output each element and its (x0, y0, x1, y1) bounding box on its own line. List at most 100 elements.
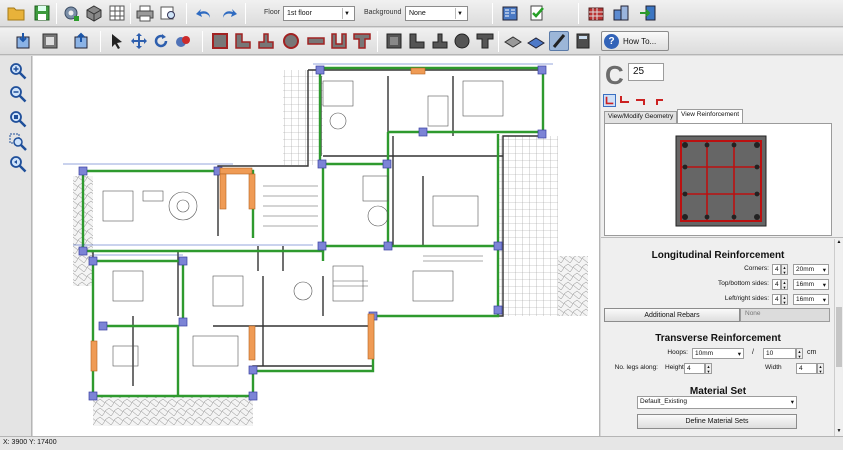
chevron-down-icon: ▾ (790, 399, 794, 406)
left-right-diameter-select[interactable]: 16mm ▾ (793, 294, 829, 305)
redo-icon[interactable] (219, 3, 239, 23)
element-number-field[interactable]: 25 (628, 63, 664, 81)
drawing-canvas[interactable] (33, 56, 600, 436)
settings-gear-icon[interactable] (61, 3, 81, 23)
building-blocks-icon[interactable] (611, 3, 631, 23)
move-icon[interactable] (129, 31, 149, 51)
column-section-drawing (675, 135, 767, 227)
floor-plan-drawing (63, 63, 588, 426)
hoops-spacing-spinner[interactable]: ▲ ▼ (796, 348, 803, 359)
save-icon[interactable] (32, 3, 52, 23)
chevron-down-icon: ▾ (822, 267, 826, 274)
t-column-icon[interactable] (256, 31, 276, 51)
background-label: Background (364, 9, 402, 16)
chevron-down-icon: ▾ (822, 282, 826, 289)
zoom-in-icon[interactable] (9, 62, 27, 80)
hoops-slash: / (752, 349, 754, 356)
how-to-button[interactable]: ? How To... (601, 31, 669, 51)
material-set-select[interactable]: Default_Existing ▾ (637, 396, 797, 409)
import-dxf-icon[interactable] (13, 31, 33, 51)
background-select[interactable]: None ▼ (405, 6, 468, 21)
reinforcement-preview-pane (604, 123, 832, 236)
left-right-count-spinner[interactable]: ▲ ▼ (781, 294, 788, 305)
t-shape-icon[interactable] (634, 94, 647, 107)
tab-view-modify-geometry[interactable]: View/Modify Geometry (604, 111, 678, 123)
slab-icon[interactable] (503, 31, 523, 51)
corner-shape-icon[interactable] (653, 94, 666, 107)
top-bottom-sides-label: Top/bottom sides: (718, 280, 769, 287)
l-beam-icon[interactable] (407, 31, 427, 51)
additional-rebars-button[interactable]: Additional Rebars (604, 308, 740, 322)
circular-beam-icon[interactable] (452, 31, 472, 51)
tee-column-icon[interactable] (352, 31, 372, 51)
hoops-diameter-select[interactable]: 10mm ▾ (692, 348, 744, 359)
flange-beam-icon[interactable] (475, 31, 495, 51)
drawing-toolbar: ? How To... (0, 28, 843, 55)
select-arrow-icon[interactable] (107, 31, 127, 51)
layers-icon[interactable] (40, 31, 60, 51)
hoops-unit: cm (807, 349, 817, 356)
delete-icon[interactable] (173, 31, 193, 51)
transverse-title: Transverse Reinforcement (655, 333, 781, 344)
building-check-icon[interactable] (500, 3, 520, 23)
export-icon[interactable] (71, 31, 91, 51)
grid-icon[interactable] (107, 3, 127, 23)
rect-beam-icon[interactable] (384, 31, 404, 51)
additional-rebars-value: None (740, 308, 830, 322)
scroll-down-icon[interactable]: ▼ (835, 428, 843, 436)
scroll-up-icon[interactable]: ▲ (835, 239, 843, 247)
zoom-window-icon[interactable] (9, 133, 27, 151)
legs-width-field[interactable]: 4 (796, 363, 817, 374)
tab-view-reinforcement[interactable]: View Reinforcement (677, 109, 744, 123)
corners-count-spinner[interactable]: ▲ ▼ (781, 264, 788, 275)
rotate-icon[interactable] (151, 31, 171, 51)
section-cut-icon[interactable] (549, 31, 569, 51)
how-to-label: How To... (623, 36, 657, 46)
legs-height-spinner[interactable]: ▲ ▼ (705, 363, 712, 374)
undo-icon[interactable] (194, 3, 214, 23)
print-preview-icon[interactable] (158, 3, 178, 23)
rect-shape-icon[interactable] (603, 94, 616, 107)
chevron-down-icon: ▾ (822, 297, 826, 304)
3d-view-cube-icon[interactable] (84, 3, 104, 23)
top-bottom-diameter-select[interactable]: 16mm ▾ (793, 279, 829, 290)
panel-scrollbar[interactable]: ▲ ▼ (834, 239, 842, 436)
legs-height-field[interactable]: 4 (684, 363, 705, 374)
left-right-count-field[interactable]: 4 (772, 294, 781, 305)
height-label: Height (665, 364, 684, 371)
print-icon[interactable] (135, 3, 155, 23)
zoom-previous-icon[interactable] (9, 155, 27, 173)
zoom-out-icon[interactable] (9, 85, 27, 103)
report-check-icon[interactable] (527, 3, 547, 23)
hoops-spacing-field[interactable]: 10 (763, 348, 796, 359)
chevron-down-icon: ▼ (342, 8, 351, 19)
open-folder-icon[interactable] (6, 3, 26, 23)
circular-column-icon[interactable] (281, 31, 301, 51)
wall-column-icon[interactable] (306, 31, 326, 51)
corners-diameter-select[interactable]: 20mm ▾ (793, 264, 829, 275)
top-bottom-count-field[interactable]: 4 (772, 279, 781, 290)
legs-width-spinner[interactable]: ▲ ▼ (817, 363, 824, 374)
exit-icon[interactable] (638, 3, 658, 23)
zoom-extents-icon[interactable] (9, 110, 27, 128)
l-shape-icon[interactable] (618, 94, 631, 107)
u-column-icon[interactable] (329, 31, 349, 51)
define-material-sets-button[interactable]: Define Material Sets (637, 414, 797, 429)
calculator-icon[interactable] (573, 31, 593, 51)
scrollbar-thumb[interactable] (836, 307, 842, 367)
rect-column-icon[interactable] (210, 31, 230, 51)
load-icon[interactable] (526, 31, 546, 51)
building-model-icon[interactable] (586, 3, 606, 23)
t-beam-icon[interactable] (430, 31, 450, 51)
floor-select-value: 1st floor (287, 10, 312, 17)
floor-label: Floor (264, 9, 280, 16)
terrace-tiles (283, 70, 323, 165)
l-column-icon[interactable] (233, 31, 253, 51)
chevron-down-icon: ▾ (737, 351, 741, 358)
properties-panel: C 25 View/Modify Geometry View Reinforce… (601, 56, 843, 436)
floor-select[interactable]: 1st floor ▼ (283, 6, 355, 21)
hoops-diameter-value: 10mm (695, 350, 714, 357)
chevron-down-icon: ▼ (455, 8, 464, 19)
top-bottom-count-spinner[interactable]: ▲ ▼ (781, 279, 788, 290)
corners-count-field[interactable]: 4 (772, 264, 781, 275)
